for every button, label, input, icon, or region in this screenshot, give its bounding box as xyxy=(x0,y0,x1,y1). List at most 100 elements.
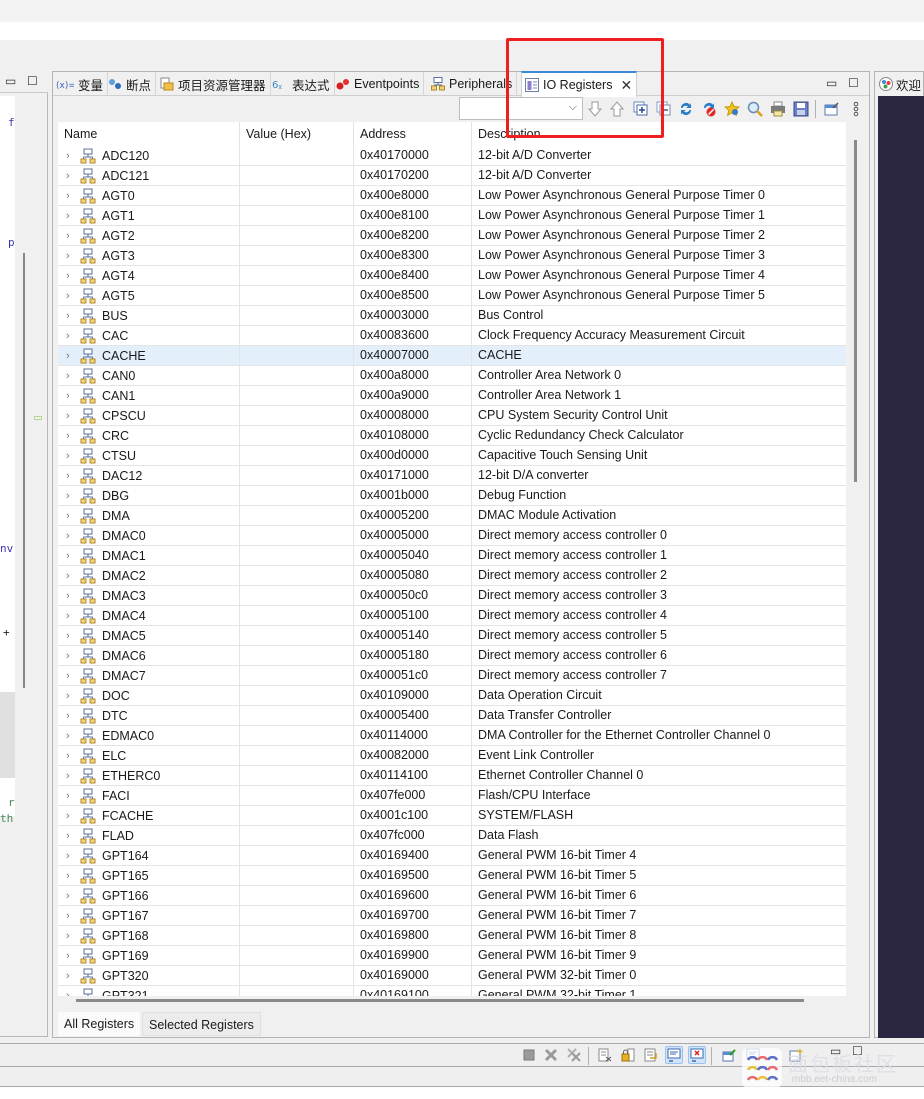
table-row[interactable]: › AGT2 0x400e8200 Low Power Asynchronous Ge… xyxy=(58,226,846,246)
expand-chevron-icon[interactable]: › xyxy=(66,507,76,526)
value-cell[interactable] xyxy=(240,166,354,186)
name-cell[interactable]: › DMAC7 xyxy=(58,666,240,686)
value-cell[interactable] xyxy=(240,366,354,386)
table-row[interactable]: › FCACHE 0x4001c100 SYSTEM/FLASH xyxy=(58,806,846,826)
expand-chevron-icon[interactable]: › xyxy=(66,907,76,926)
tab-eventpoints[interactable]: Eventpoints xyxy=(333,72,425,96)
expand-chevron-icon[interactable]: › xyxy=(66,407,76,426)
tab-expressions[interactable]: 6ᵪ 表达式 xyxy=(269,72,335,96)
expand-chevron-icon[interactable]: › xyxy=(66,427,76,446)
refresh-button[interactable] xyxy=(676,99,696,119)
table-row[interactable]: › GPT321 0x40169100 General PWM 32-bit Time… xyxy=(58,986,846,996)
value-cell[interactable] xyxy=(240,406,354,426)
expand-chevron-icon[interactable]: › xyxy=(66,707,76,726)
expand-chevron-icon[interactable]: › xyxy=(66,687,76,706)
expand-chevron-icon[interactable]: › xyxy=(66,327,76,346)
table-row[interactable]: › AGT0 0x400e8000 Low Power Asynchronous Ge… xyxy=(58,186,846,206)
value-cell[interactable] xyxy=(240,866,354,886)
name-cell[interactable]: › AGT3 xyxy=(58,246,240,266)
vertical-scrollbar-thumb[interactable] xyxy=(854,140,857,482)
expand-chevron-icon[interactable]: › xyxy=(66,987,76,997)
name-cell[interactable]: › CTSU xyxy=(58,446,240,466)
value-cell[interactable] xyxy=(240,466,354,486)
expand-chevron-icon[interactable]: › xyxy=(66,847,76,866)
tab-peripherals[interactable]: Peripherals xyxy=(428,72,518,96)
name-cell[interactable]: › DMA xyxy=(58,506,240,526)
name-cell[interactable]: › DMAC0 xyxy=(58,526,240,546)
name-cell[interactable]: › DOC xyxy=(58,686,240,706)
table-row[interactable]: › GPT320 0x40169000 General PWM 32-bit Time… xyxy=(58,966,846,986)
value-cell[interactable] xyxy=(240,886,354,906)
table-row[interactable]: › CAN1 0x400a9000 Controller Area Network 1 xyxy=(58,386,846,406)
name-cell[interactable]: › DMAC3 xyxy=(58,586,240,606)
remove-launch-button[interactable] xyxy=(542,1046,560,1064)
value-cell[interactable] xyxy=(240,326,354,346)
tab-selected-registers[interactable]: Selected Registers xyxy=(142,1012,261,1036)
expand-chevron-icon[interactable]: › xyxy=(66,627,76,646)
table-row[interactable]: › DMAC2 0x40005080 Direct memory access con… xyxy=(58,566,846,586)
table-row[interactable]: › GPT165 0x40169500 General PWM 16-bit Time… xyxy=(58,866,846,886)
word-wrap-button[interactable] xyxy=(642,1046,660,1064)
table-row[interactable]: › DMAC7 0x400051c0 Direct memory access con… xyxy=(58,666,846,686)
remove-all-button[interactable] xyxy=(565,1046,583,1064)
table-row[interactable]: › DMA 0x40005200 DMAC Module Activation xyxy=(58,506,846,526)
show-console-stderr-button[interactable] xyxy=(688,1046,706,1064)
expand-chevron-icon[interactable]: › xyxy=(66,727,76,746)
name-cell[interactable]: › DAC12 xyxy=(58,466,240,486)
value-cell[interactable] xyxy=(240,706,354,726)
expand-chevron-icon[interactable]: › xyxy=(66,307,76,326)
table-row[interactable]: › DOC 0x40109000 Data Operation Circuit xyxy=(58,686,846,706)
value-cell[interactable] xyxy=(240,986,354,996)
clear-console-button[interactable] xyxy=(596,1046,614,1064)
value-cell[interactable] xyxy=(240,566,354,586)
expand-chevron-icon[interactable]: › xyxy=(66,887,76,906)
table-row[interactable]: › EDMAC0 0x40114000 DMA Controller for the … xyxy=(58,726,846,746)
table-row[interactable]: › FACI 0x407fe000 Flash/CPU Interface xyxy=(58,786,846,806)
table-row[interactable]: › DTC 0x40005400 Data Transfer Controller xyxy=(58,706,846,726)
name-cell[interactable]: › CAN1 xyxy=(58,386,240,406)
value-cell[interactable] xyxy=(240,206,354,226)
expand-chevron-icon[interactable]: › xyxy=(66,947,76,966)
expand-chevron-icon[interactable]: › xyxy=(66,167,76,186)
value-cell[interactable] xyxy=(240,626,354,646)
expand-chevron-icon[interactable]: › xyxy=(66,807,76,826)
table-row[interactable]: › CAN0 0x400a8000 Controller Area Network 0 xyxy=(58,366,846,386)
value-cell[interactable] xyxy=(240,386,354,406)
horizontal-scrollbar-thumb[interactable] xyxy=(76,999,804,1002)
expand-chevron-icon[interactable]: › xyxy=(66,387,76,406)
left-scrollbar[interactable] xyxy=(23,253,25,688)
expand-chevron-icon[interactable]: › xyxy=(66,747,76,766)
table-row[interactable]: › GPT169 0x40169900 General PWM 16-bit Time… xyxy=(58,946,846,966)
table-row[interactable]: › FLAD 0x407fc000 Data Flash xyxy=(58,826,846,846)
table-row[interactable]: › DMAC6 0x40005180 Direct memory access con… xyxy=(58,646,846,666)
scroll-lock-button[interactable] xyxy=(619,1046,637,1064)
name-cell[interactable]: › FCACHE xyxy=(58,806,240,826)
name-cell[interactable]: › FLAD xyxy=(58,826,240,846)
value-cell[interactable] xyxy=(240,226,354,246)
expand-chevron-icon[interactable]: › xyxy=(66,867,76,886)
table-row[interactable]: › ETHERC0 0x40114100 Ethernet Controller Ch… xyxy=(58,766,846,786)
stop-refresh-button[interactable] xyxy=(699,99,719,119)
expand-chevron-icon[interactable]: › xyxy=(66,147,76,166)
table-row[interactable]: › AGT5 0x400e8500 Low Power Asynchronous Ge… xyxy=(58,286,846,306)
expand-chevron-icon[interactable]: › xyxy=(66,247,76,266)
table-row[interactable]: › CRC 0x40108000 Cyclic Redundancy Check Ca… xyxy=(58,426,846,446)
value-cell[interactable] xyxy=(240,966,354,986)
name-cell[interactable]: › CPSCU xyxy=(58,406,240,426)
column-header-value[interactable]: Value (Hex) xyxy=(240,122,354,146)
name-cell[interactable]: › CACHE xyxy=(58,346,240,366)
expand-chevron-icon[interactable]: › xyxy=(66,467,76,486)
print-button[interactable] xyxy=(768,99,788,119)
table-row[interactable]: › CACHE 0x40007000 CACHE xyxy=(58,346,846,366)
terminate-button[interactable] xyxy=(520,1046,538,1064)
name-cell[interactable]: › EDMAC0 xyxy=(58,726,240,746)
name-cell[interactable]: › AGT2 xyxy=(58,226,240,246)
expand-chevron-icon[interactable]: › xyxy=(66,587,76,606)
expand-chevron-icon[interactable]: › xyxy=(66,647,76,666)
name-cell[interactable]: › CAC xyxy=(58,326,240,346)
table-row[interactable]: › DBG 0x4001b000 Debug Function xyxy=(58,486,846,506)
expand-chevron-icon[interactable]: › xyxy=(66,487,76,506)
value-cell[interactable] xyxy=(240,726,354,746)
value-cell[interactable] xyxy=(240,426,354,446)
value-cell[interactable] xyxy=(240,606,354,626)
